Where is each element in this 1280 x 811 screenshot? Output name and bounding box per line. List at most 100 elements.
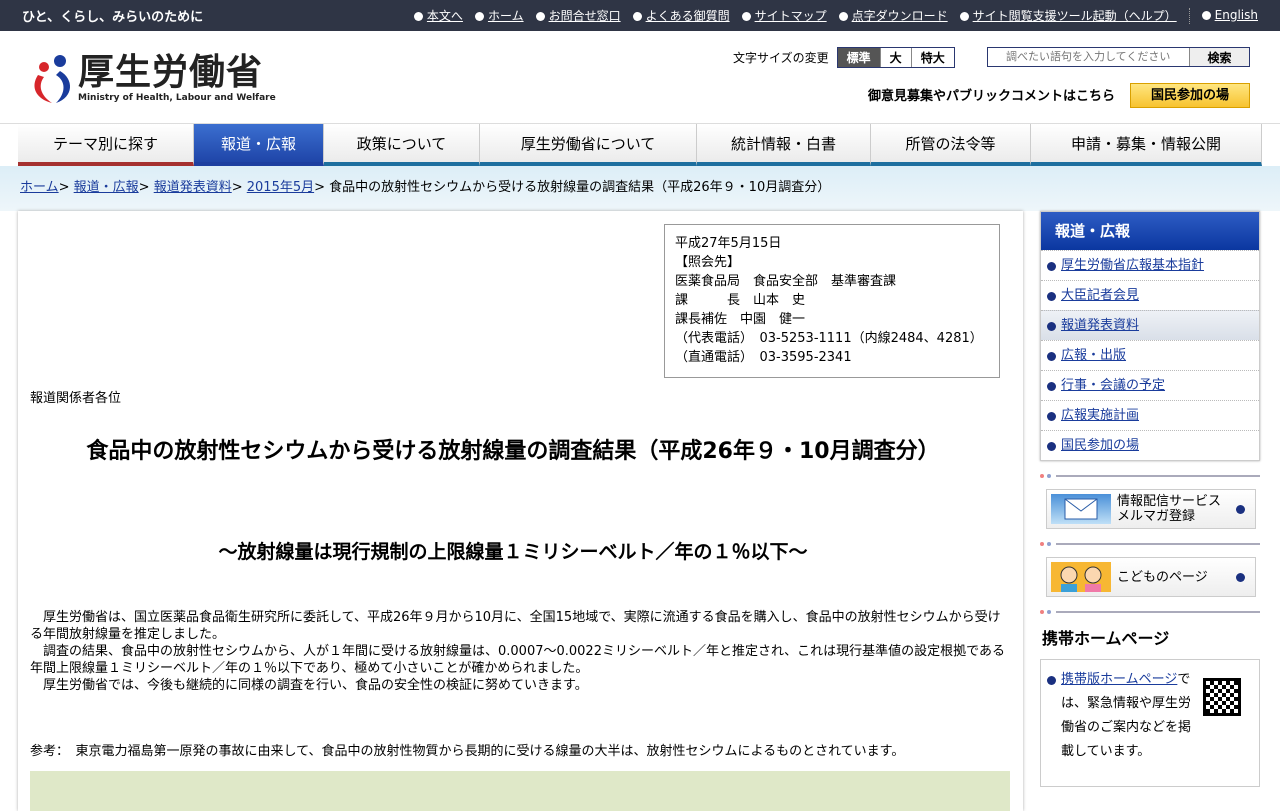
arrow-icon <box>1047 412 1056 421</box>
nav-press[interactable]: 報道・広報 <box>194 124 324 166</box>
envelope-icon <box>1051 494 1111 524</box>
mobile-heading: 携帯ホームページ <box>1042 629 1170 648</box>
nav-laws[interactable]: 所管の法令等 <box>871 124 1031 166</box>
font-size-label: 文字サイズの変更 <box>733 51 829 65</box>
font-size-standard[interactable]: 標準 <box>837 48 880 67</box>
mobile-box: 携帯版ホームページでは、緊急情報や厚生労働省のご案内などを掲載しています。 <box>1040 659 1260 787</box>
sidebar-link[interactable]: 国民参加の場 <box>1061 438 1139 453</box>
arrow-icon <box>1047 442 1056 451</box>
search-button[interactable]: 検索 <box>1189 48 1249 66</box>
banner-line: メルマガ登録 <box>1117 509 1196 524</box>
breadcrumb: ホーム> 報道・広報> 報道発表資料> 2015年5月> 食品中の放射性セシウム… <box>20 180 831 195</box>
crumb-releases[interactable]: 報道発表資料 <box>154 180 232 195</box>
arrow-icon <box>838 12 848 21</box>
arrow-icon <box>1236 505 1245 514</box>
paragraph: 厚生労働省は、国立医薬品食品衛生研究所に委託して、平成26年９月から10月に、全… <box>30 610 1001 642</box>
nav-stats[interactable]: 統計情報・白書 <box>697 124 871 166</box>
link-sitemap[interactable]: サイトマップ <box>755 9 827 23</box>
link-skip[interactable]: 本文へ <box>427 9 463 23</box>
link-english[interactable]: English <box>1215 8 1258 22</box>
arrow-icon <box>1047 292 1056 301</box>
logo[interactable]: 厚生労働省 Ministry of Health, Labour and Wel… <box>30 53 276 105</box>
kokumin-button[interactable]: 国民参加の場 <box>1130 83 1250 108</box>
page-subtitle: ～放射線量は現行規制の上限線量１ミリシーベルト／年の１％以下～ <box>218 541 808 563</box>
link-faq[interactable]: よくある御質問 <box>646 9 730 23</box>
arrow-icon <box>741 12 751 21</box>
font-size-xlarge[interactable]: 特大 <box>910 48 954 67</box>
arrow-icon <box>1047 676 1056 685</box>
page-title: 食品中の放射性セシウムから受ける放射線量の調査結果（平成26年９・10月調査分） <box>86 439 940 464</box>
logo-mark-icon <box>30 53 78 105</box>
sidebar-link[interactable]: 広報実施計画 <box>1061 408 1139 423</box>
arrow-icon <box>1236 573 1245 582</box>
addressee: 報道関係者各位 <box>30 391 122 406</box>
arrow-icon <box>413 12 423 21</box>
contact-box: 平成27年5月15日 【照会先】 医薬食品局 食品安全部 基準審査課 課 長 山… <box>664 224 1000 378</box>
qr-code-icon <box>1203 678 1241 716</box>
link-contact[interactable]: お問合せ窓口 <box>549 9 621 23</box>
paragraph: 厚生労働省では、今後も継続的に同様の調査を行い、食品の安全性の検証に努めていきま… <box>30 678 588 693</box>
sidebar-link[interactable]: 報道発表資料 <box>1061 318 1139 333</box>
mobile-link[interactable]: 携帯版ホームページ <box>1061 672 1177 687</box>
sidebar-item[interactable]: 厚生労働省広報基本指針 <box>1041 250 1259 280</box>
search-form: 検索 <box>987 47 1250 67</box>
top-bar: ひと、くらし、みらいのために 本文へ ホーム お問合せ窓口 よくある御質問 サイ… <box>0 0 1280 31</box>
logo-subtitle: Ministry of Health, Labour and Welfare <box>78 93 276 103</box>
font-size-large[interactable]: 大 <box>879 48 911 67</box>
article-body: 厚生労働省は、国立医薬品食品衛生研究所に委託して、平成26年９月から10月に、全… <box>30 609 1005 694</box>
reference-note: 参考： 東京電力福島第一原発の事故に由来して、食品中の放射性物質から長期的に受け… <box>30 744 905 759</box>
arrow-icon <box>1047 322 1056 331</box>
divider <box>1188 7 1190 24</box>
sidebar-item[interactable]: 大臣記者会見 <box>1041 280 1259 310</box>
crumb-home[interactable]: ホーム <box>20 180 59 195</box>
link-accessibility[interactable]: サイト閲覧支援ツール起動（ヘルプ） <box>973 9 1177 23</box>
home-icon <box>474 12 484 21</box>
nav-about[interactable]: 厚生労働省について <box>480 124 697 166</box>
sidebar-item[interactable]: 国民参加の場 <box>1041 430 1259 460</box>
global-nav: テーマ別に探す 報道・広報 政策について 厚生労働省について 統計情報・白書 所… <box>18 124 1262 166</box>
summary-box <box>30 771 1010 811</box>
search-input[interactable] <box>988 48 1189 66</box>
sidebar-item[interactable]: 行事・会議の予定 <box>1041 370 1259 400</box>
kids-icon <box>1051 562 1111 592</box>
arrow-icon <box>1047 352 1056 361</box>
link-braille[interactable]: 点字ダウンロード <box>852 9 948 23</box>
divider <box>1040 469 1260 483</box>
sidebar-heading: 報道・広報 <box>1041 212 1259 250</box>
press-menu: 報道・広報 厚生労働省広報基本指針 大臣記者会見 報道発表資料 広報・出版 行事… <box>1040 211 1260 461</box>
crumb-month[interactable]: 2015年5月 <box>247 180 314 195</box>
divider <box>1040 537 1260 551</box>
link-home[interactable]: ホーム <box>488 9 524 23</box>
sidebar-item-current[interactable]: 報道発表資料 <box>1041 310 1259 340</box>
crumb-current: 食品中の放射性セシウムから受ける放射線量の調査結果（平成26年９・10月調査分） <box>329 180 831 195</box>
sidebar-link[interactable]: 厚生労働省広報基本指針 <box>1061 258 1204 273</box>
logo-name: 厚生労働省 <box>78 52 264 93</box>
kids-page-banner[interactable]: こどものページ <box>1046 557 1256 597</box>
public-comment-text: 御意見募集やパブリックコメントはこちら <box>868 89 1116 104</box>
banner-label: こどものページ <box>1117 569 1208 585</box>
divider <box>1040 605 1260 619</box>
sidebar-item[interactable]: 広報・出版 <box>1041 340 1259 370</box>
arrow-icon <box>1201 11 1211 20</box>
sidebar-link[interactable]: 大臣記者会見 <box>1061 288 1139 303</box>
header: 厚生労働省 Ministry of Health, Labour and Wel… <box>0 31 1280 124</box>
arrow-icon <box>959 12 969 21</box>
sidebar-item[interactable]: 広報実施計画 <box>1041 400 1259 430</box>
nav-apply[interactable]: 申請・募集・情報公開 <box>1031 124 1262 166</box>
sidebar: 報道・広報 厚生労働省広報基本指針 大臣記者会見 報道発表資料 広報・出版 行事… <box>1040 211 1260 787</box>
arrow-icon <box>535 12 545 21</box>
sidebar-link[interactable]: 行事・会議の予定 <box>1061 378 1165 393</box>
paragraph: 調査の結果、食品中の放射性セシウムから、人が１年間に受ける放射線量は、0.000… <box>30 644 1005 676</box>
tagline: ひと、くらし、みらいのために <box>22 10 204 25</box>
arrow-icon <box>1047 382 1056 391</box>
sidebar-link[interactable]: 広報・出版 <box>1061 348 1126 363</box>
nav-theme[interactable]: テーマ別に探す <box>18 124 194 166</box>
banner-line: 情報配信サービス <box>1117 494 1222 509</box>
nav-policy[interactable]: 政策について <box>324 124 480 166</box>
arrow-icon <box>632 12 642 21</box>
mail-magazine-banner[interactable]: 情報配信サービス メルマガ登録 <box>1046 489 1256 529</box>
main-content: 平成27年5月15日 【照会先】 医薬食品局 食品安全部 基準審査課 課 長 山… <box>18 211 1023 811</box>
font-size-switcher: 文字サイズの変更 標準 大 特大 <box>733 47 955 68</box>
arrow-icon <box>1047 262 1056 271</box>
crumb-press[interactable]: 報道・広報 <box>74 180 139 195</box>
